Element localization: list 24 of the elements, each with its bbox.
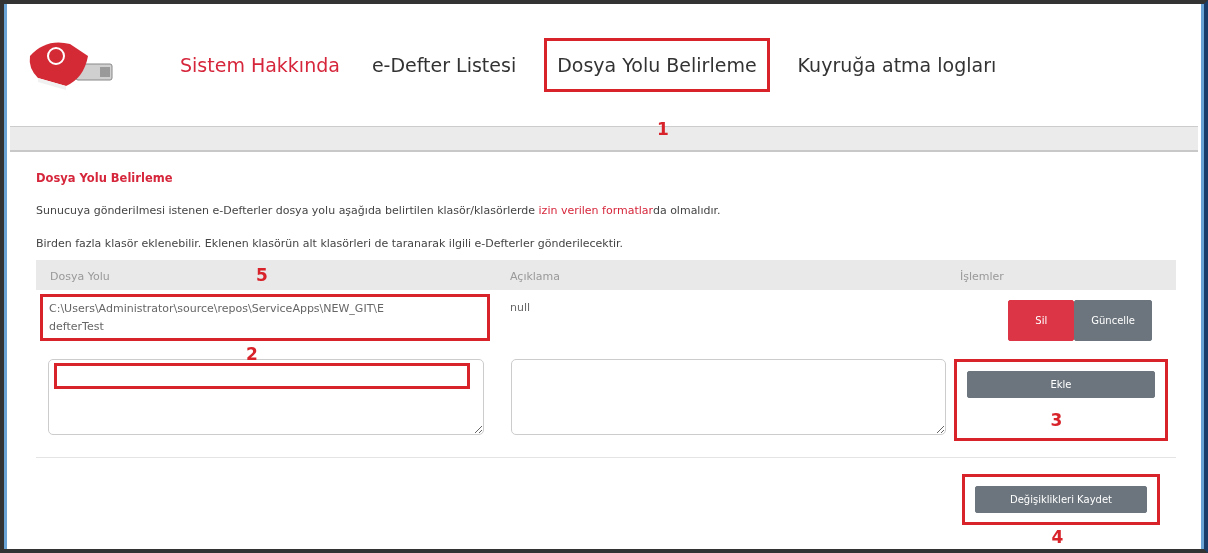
nav-link[interactable]: Dosya Yolu Belirleme [553, 47, 761, 82]
column-header: Dosya Yolu 5 [36, 260, 496, 291]
description-input[interactable] [511, 359, 946, 436]
section-title: Dosya Yolu Belirleme [36, 170, 174, 187]
save-button[interactable]: Değişiklikleri Kaydet [975, 485, 1147, 513]
column-header: İşlemler [946, 260, 1176, 291]
column-header: Açıklama [496, 260, 946, 291]
nav-link[interactable]: Kuyruğa atma logları [793, 44, 1001, 86]
callout-number: 5 [256, 267, 268, 285]
path-cell: C:\Users\Administrator\source\repos\ServiceApps\NEW_GIT\EdefterTest [40, 294, 490, 342]
formats-link[interactable]: izin verilen formatlar [538, 204, 653, 218]
path-input[interactable] [48, 359, 484, 436]
callout-number: 3 [1050, 412, 1063, 430]
callout-number: 2 [246, 346, 258, 364]
add-button[interactable]: Ekle [967, 371, 1155, 399]
update-button[interactable]: Güncelle [1074, 300, 1152, 342]
description-cell-text: null [509, 300, 532, 317]
info-text: Sunucuya gönderilmesi istenen e-Defterler dosya yolu aşağıda belirtilen klasör/klasörlerde izin verilen formatlarda olmalıdır. [36, 203, 722, 220]
note-text: Birden fazla klasör eklenebilir. Eklenen klasörün alt klasörleri de taranarak ilgili e-Defterler gönderilecektir. [36, 235, 625, 252]
delete-button[interactable]: Sil [1008, 300, 1075, 342]
callout-number: 1 [656, 120, 669, 138]
callout-number: 4 [1051, 528, 1064, 546]
nav-link[interactable]: e-Defter Listesi [367, 44, 521, 86]
nav-link[interactable]: Sistem Hakkında [176, 44, 344, 86]
